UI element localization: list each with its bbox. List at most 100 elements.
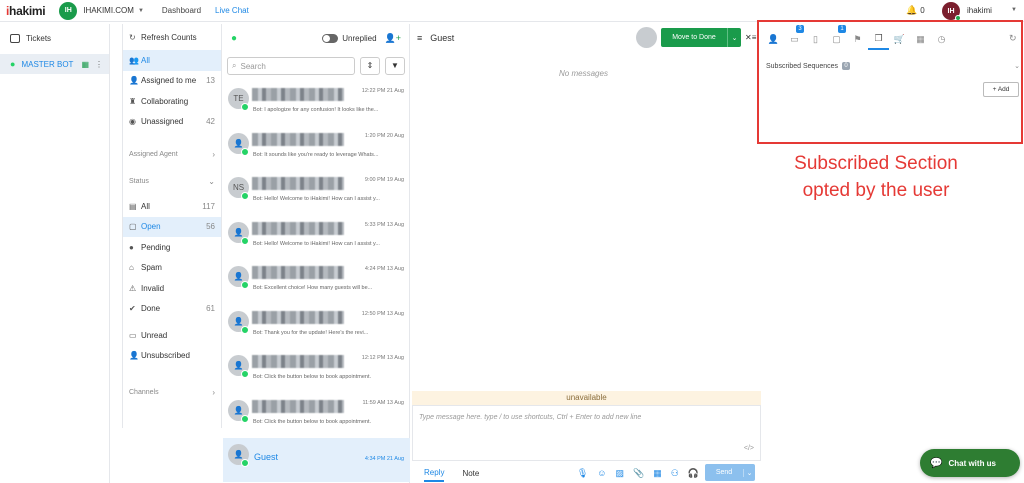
annotation-highlight-box [757, 20, 1023, 144]
chat-with-us-widget[interactable]: 💬 Chat with us [920, 449, 1020, 477]
tickets-icon [10, 33, 20, 43]
conversation-item[interactable]: 👤 1:20 PM 20 Aug Bot: It sounds like you'r… [223, 127, 410, 171]
left-navigation: Tickets ● MASTER BOT ▦ ⋮ [0, 24, 110, 483]
tab-note[interactable]: Note [462, 469, 479, 478]
assigned-agent-section[interactable]: Assigned Agent › [123, 142, 221, 166]
unreplied-toggle[interactable] [322, 33, 339, 43]
status-invalid[interactable]: ⚠ Invalid [123, 278, 221, 299]
chevron-down-icon[interactable]: ▼ [1011, 7, 1017, 13]
conversation-item[interactable]: 👤 12:50 PM 13 Aug Bot: Thank you for the u… [223, 305, 410, 349]
whatsapp-icon [241, 236, 249, 245]
blurred-contact-name [252, 355, 344, 368]
filter-unsubscribed[interactable]: 👤 Unsubscribed [123, 346, 221, 367]
filter-icon: ✔ [129, 304, 136, 314]
unreplied-label: Unreplied [342, 33, 377, 43]
blurred-contact-name [252, 310, 344, 324]
more-icon[interactable]: ⋮ [95, 60, 103, 69]
emoji-icon[interactable]: ☺ [597, 468, 606, 478]
search-input[interactable]: ⌕ Search [227, 57, 355, 75]
message-preview: Bot: Thank you for the update! Here's th… [253, 329, 369, 336]
status-open[interactable]: ▢ Open 56 [123, 216, 221, 237]
image-icon[interactable]: ▨ [615, 468, 624, 479]
calendar-icon[interactable]: ▦ [81, 60, 89, 69]
status-all[interactable]: ▤ All 117 [123, 196, 221, 217]
conversation-item[interactable]: TE 12:22 PM 21 Aug Bot: I apologize for an… [223, 82, 410, 126]
filter-label: Assigned to me [141, 76, 197, 86]
conversation-time: 12:12 PM 13 Aug [361, 355, 404, 361]
unsubscribed-icon: 👤 [129, 351, 139, 361]
status-section[interactable]: Status ⌄ [123, 166, 221, 196]
filter-unassigned[interactable]: ◉ Unassigned 42 [123, 112, 221, 133]
bell-icon[interactable]: 🔔 [906, 5, 917, 16]
add-contact-icon[interactable]: 👤+ [385, 33, 401, 44]
sort-button[interactable]: ⇕ [360, 57, 380, 75]
status-done[interactable]: ✔ Done 61 [123, 299, 221, 320]
unread-icon: ▭ [129, 330, 137, 340]
nav-tickets[interactable]: Tickets [0, 28, 109, 48]
filter-unread[interactable]: ▭ Unread [123, 325, 221, 346]
filter-count: 13 [206, 76, 215, 86]
whatsapp-icon [241, 147, 249, 156]
code-icon[interactable]: </> [744, 445, 754, 452]
channels-section[interactable]: Channels › [123, 382, 221, 402]
nav-master-bot[interactable]: ● MASTER BOT ▦ ⋮ [0, 54, 109, 74]
conversation-item[interactable]: 👤 11:59 AM 13 Aug Bot: Click the button be… [223, 394, 410, 438]
headset-icon[interactable]: 🎧 [688, 468, 699, 479]
filter-button[interactable]: ▼ [385, 57, 405, 75]
conversation-item[interactable]: 👤 12:12 PM 13 Aug Bot: Click the button be… [223, 349, 410, 393]
filter-label: Pending [141, 242, 171, 252]
whatsapp-icon [241, 370, 249, 378]
app-logo[interactable]: ihakimi [6, 4, 46, 18]
user-avatar[interactable]: IH [942, 2, 961, 21]
status-pending[interactable]: ● Pending [123, 237, 221, 258]
filter-label: Unassigned [141, 117, 184, 127]
collapse-sidebar-icon[interactable]: ≡ [417, 33, 422, 43]
conversation-item[interactable]: 👤 4:24 PM 13 Aug Bot: Excellent choice! Ho… [223, 260, 410, 304]
message-composer[interactable]: Type message here. type / to use shortcu… [412, 405, 761, 461]
chat-title: Guest [430, 33, 455, 43]
filter-label: Done [141, 304, 161, 314]
filter-all[interactable]: 👥 All [123, 50, 221, 71]
conversation-time: 5:33 PM 13 Aug [364, 221, 404, 228]
conversation-item[interactable]: NS 9:00 PM 19 Aug Bot: Hello! Welcome to i… [223, 171, 410, 215]
nav-live-chat[interactable]: Live Chat [215, 6, 249, 15]
top-bar: ihakimi IH IHAKIMI.COM ▼ Dashboard Live … [0, 0, 1024, 22]
user-name[interactable]: ihakimi [967, 6, 992, 15]
contact-avatar[interactable] [636, 27, 657, 48]
chevron-down-icon[interactable]: ▼ [138, 8, 144, 14]
template-icon[interactable]: ▦ [653, 468, 662, 479]
microphone-icon[interactable]: 🎙 [577, 468, 588, 479]
nav-dashboard[interactable]: Dashboard [162, 6, 201, 15]
conversation-list: ● Unreplied 👤+ ⌕ Search ⇕ ▼ TE 12:22 PM 2… [223, 24, 410, 483]
notifications[interactable]: 🔔 0 [906, 5, 925, 16]
conversation-item-selected[interactable]: 👤 Guest 4:34 PM 21 Aug [223, 438, 410, 482]
workspace-avatar[interactable]: IH [59, 1, 78, 20]
move-to-done-button[interactable]: Move to Done ⌄ [661, 28, 741, 47]
chat-window: ≡ Guest Move to Done ⌄ ✕≡ No messages un… [411, 24, 761, 483]
chevron-down-icon[interactable]: ⌄ [727, 28, 741, 47]
flow-icon[interactable]: ⚇ [671, 468, 679, 479]
filter-collaborating[interactable]: ♜ Collaborating [123, 91, 221, 112]
send-button[interactable]: Send ⌄ [705, 464, 755, 481]
chevron-down-icon[interactable]: ⌄ [743, 468, 755, 477]
filter-label: Invalid [141, 283, 165, 293]
filter-icon: ▼ [391, 61, 399, 70]
conversation-time: 4:24 PM 13 Aug [364, 266, 404, 272]
refresh-counts-button[interactable]: ↻ Refresh Counts [123, 24, 221, 50]
status-spam[interactable]: ⌂ Spam [123, 258, 221, 279]
filter-assigned-to-me[interactable]: 👤 Assigned to me 13 [123, 71, 221, 92]
close-details-icon[interactable]: ✕≡ [745, 33, 756, 42]
attachment-icon[interactable]: 📎 [633, 468, 644, 479]
chat-bubble-icon: ● [10, 59, 16, 69]
tab-reply[interactable]: Reply [424, 464, 445, 482]
filter-label: All [141, 55, 150, 65]
whatsapp-channel-icon[interactable]: ● [231, 33, 237, 44]
filter-label: Spam [141, 263, 162, 273]
contact-name: Guest [254, 452, 279, 462]
filter-label: All [141, 201, 150, 211]
annotation-text: Subscribed Section opted by the user [794, 153, 958, 201]
filter-count: 61 [206, 304, 215, 314]
conversation-item[interactable]: 👤 5:33 PM 13 Aug Bot: Hello! Welcome to iH… [223, 216, 410, 260]
workspace-name[interactable]: IHAKIMI.COM [83, 6, 134, 15]
whatsapp-icon [241, 459, 249, 467]
